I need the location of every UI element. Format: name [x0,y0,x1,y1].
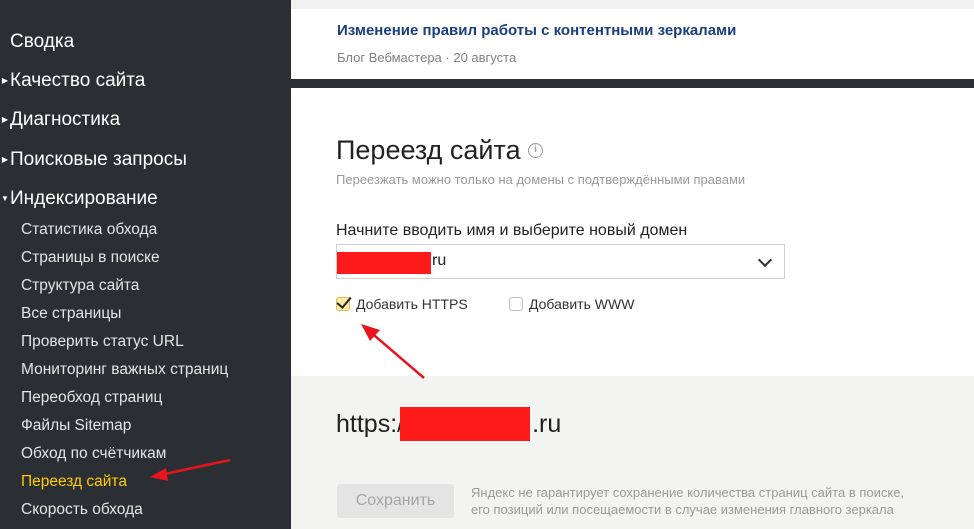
divider-bar [291,79,974,88]
sidebar-item-all-pages[interactable]: Все страницы [21,304,121,324]
caret-right-icon: ▶ [1,76,9,85]
sidebar-item-monitoring[interactable]: Мониторинг важных страниц [21,360,228,380]
sidebar-item-counter-crawl[interactable]: Обход по счётчикам [21,444,166,464]
redaction-block [400,407,531,441]
check-icon [336,293,352,309]
domain-field-label: Начните вводить имя и выберите новый дом… [336,222,688,239]
sidebar-section-label: Индексирование [10,188,158,209]
redaction-block [337,252,431,274]
https-label[interactable]: Добавить HTTPS [356,296,468,312]
sidebar-item-summary[interactable]: Сводка [10,30,74,54]
sidebar-section-search-queries[interactable]: ▶ Поисковые запросы [0,148,187,172]
sidebar-item-recrawl[interactable]: Переобход страниц [21,388,162,408]
disclaimer-line: Яндекс не гарантирует сохранение количес… [471,485,905,500]
page-subtitle: Переезжать можно только на домены с подт… [336,172,746,187]
sidebar-item-site-move[interactable]: Переезд сайта [21,472,127,492]
https-checkbox[interactable] [336,293,352,311]
caret-right-icon: ▶ [1,115,9,124]
preview-panel: https:/ .ru Сохранить Яндекс не гарантир… [291,376,974,529]
sidebar-item-site-structure[interactable]: Структура сайта [21,276,139,296]
https-option[interactable]: Добавить HTTPS [336,293,468,312]
sidebar-item-crawl-stats[interactable]: Статистика обхода [21,220,157,240]
caret-right-icon: ▶ [1,155,9,164]
url-preview: https:/ .ru [336,407,561,441]
site-move-form: Переезд сайта i Переезжать можно только … [291,88,974,376]
www-checkbox[interactable] [509,297,523,311]
caret-down-icon: ▼ [1,194,9,203]
news-meta: Блог Вебмастера · 20 августа [337,50,517,65]
save-button[interactable]: Сохранить [337,484,454,518]
news-title-link[interactable]: Изменение правил работы с контентными зе… [337,22,736,39]
url-prefix: https:/ [336,409,405,438]
top-strip [291,0,974,9]
sidebar-section-diagnostics[interactable]: ▶ Диагностика [0,108,120,132]
sidebar-section-label: Диагностика [10,109,121,130]
sidebar-item-pages-in-search[interactable]: Страницы в поиске [21,248,160,268]
chevron-down-icon[interactable] [757,252,773,268]
sidebar-item-check-url[interactable]: Проверить статус URL [21,332,184,352]
url-suffix: .ru [532,409,562,438]
sidebar-section-indexing[interactable]: ▼ Индексирование [0,187,158,211]
disclaimer-line: его позиций или посещаемости в случае из… [471,502,894,517]
news-card: Изменение правил работы с контентными зе… [291,9,974,79]
page-title: Переезд сайта [336,135,521,165]
sidebar-item-crawl-speed[interactable]: Скорость обхода [21,500,143,520]
info-icon[interactable]: i [528,143,543,158]
domain-value: ru [432,252,447,269]
sidebar-section-label: Поисковые запросы [10,149,187,170]
www-label[interactable]: Добавить WWW [529,296,634,312]
sidebar-section-label: Качество сайта [10,70,146,91]
sidebar-item-sitemap[interactable]: Файлы Sitemap [21,416,131,436]
sidebar: Сводка ▶ Качество сайта ▶ Диагностика ▶ … [0,0,291,529]
www-option[interactable]: Добавить WWW [509,296,634,312]
domain-select[interactable]: ru [336,244,785,279]
sidebar-section-quality[interactable]: ▶ Качество сайта [0,69,145,93]
disclaimer: Яндекс не гарантирует сохранение количес… [471,484,904,518]
